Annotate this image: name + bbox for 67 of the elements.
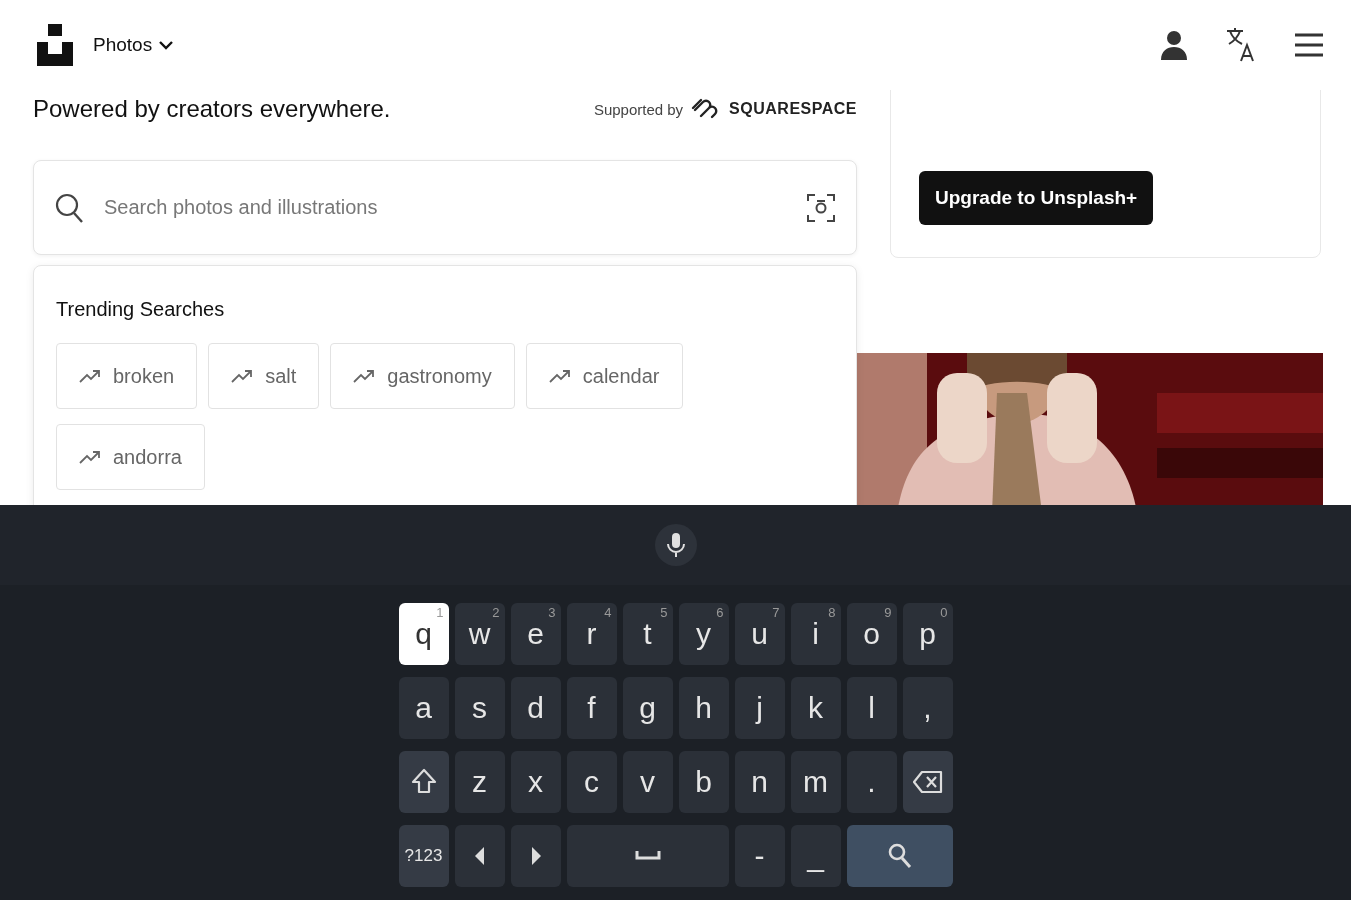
shift-key[interactable] [398, 751, 449, 813]
keyboard-key[interactable]: c [566, 751, 617, 813]
caret-icon [158, 39, 175, 51]
keyboard-key[interactable]: v [622, 751, 673, 813]
keyboard-key[interactable]: a [398, 677, 449, 739]
trend-arrow-icon [353, 369, 376, 383]
keyboard-key[interactable]: l [846, 677, 897, 739]
search-key[interactable] [846, 825, 953, 887]
backspace-icon [912, 770, 943, 794]
keyboard-key[interactable]: w 2 [454, 603, 505, 665]
keyboard-key[interactable]: m [790, 751, 841, 813]
keyboard-key[interactable]: - [734, 825, 785, 887]
trending-chip[interactable]: gastronomy [330, 343, 515, 409]
trending-chip[interactable]: andorra [56, 424, 205, 490]
user-icon[interactable] [1161, 30, 1187, 60]
keyboard-key[interactable]: d [510, 677, 561, 739]
keyboard-key[interactable]: f [566, 677, 617, 739]
trend-arrow-icon [79, 450, 101, 464]
visual-search-icon[interactable] [807, 193, 835, 223]
keyboard-key[interactable]: r 4 [566, 603, 617, 665]
microphone-icon[interactable] [654, 524, 697, 566]
space-bar-icon [634, 851, 661, 861]
menu-icon[interactable] [1295, 33, 1323, 57]
keyboard-key[interactable]: , [902, 677, 953, 739]
shift-icon [410, 768, 437, 796]
supported-by-label: Supported by [593, 100, 684, 118]
keyboard-key[interactable]: o 9 [846, 603, 897, 665]
symbols-key[interactable]: ?123 [398, 825, 449, 887]
keyboard-key[interactable]: g [622, 677, 673, 739]
keyboard-key[interactable]: . [846, 751, 897, 813]
backspace-key[interactable] [902, 751, 953, 813]
keyboard-key[interactable]: b [678, 751, 729, 813]
left-arrow-key[interactable] [454, 825, 505, 887]
trending-chip[interactable]: broken [56, 343, 198, 409]
trending-chip[interactable]: salt [208, 343, 320, 409]
left-arrow-icon [473, 847, 486, 865]
keyboard-key[interactable]: e 3 [510, 603, 561, 665]
keyboard-key[interactable]: j [734, 677, 785, 739]
upgrade-button[interactable]: Upgrade to Unsplash+ [919, 171, 1154, 225]
search-field[interactable]: Search photos and illustrations [33, 160, 857, 255]
keyboard-key[interactable]: u 7 [734, 603, 785, 665]
keyboard-key[interactable]: i 8 [790, 603, 841, 665]
keyboard-key[interactable]: p 0 [902, 603, 953, 665]
keyboard-key[interactable]: z [454, 751, 505, 813]
search-icon [55, 193, 83, 223]
trending-title: Trending Searches [56, 298, 226, 321]
right-arrow-icon [529, 847, 542, 865]
right-arrow-key[interactable] [510, 825, 561, 887]
keyboard-key[interactable]: _ [790, 825, 841, 887]
trend-arrow-icon [548, 369, 571, 383]
keyboard-key[interactable]: h [678, 677, 729, 739]
logo-icon[interactable] [37, 24, 73, 66]
tagline: Powered by creators everywhere. [33, 95, 391, 123]
trend-arrow-icon [231, 369, 254, 383]
translate-icon[interactable] [1225, 27, 1257, 63]
keyboard-key[interactable]: q 1 [398, 603, 449, 665]
keyboard-key[interactable]: n [734, 751, 785, 813]
keyboard-key[interactable]: k [790, 677, 841, 739]
keyboard-key[interactable]: s [454, 677, 505, 739]
keyboard-key[interactable]: x [510, 751, 561, 813]
trending-chip[interactable]: calendar [525, 343, 683, 409]
trend-arrow-icon [79, 369, 101, 383]
keyboard-key[interactable]: y 6 [678, 603, 729, 665]
keyboard-key[interactable]: t 5 [622, 603, 673, 665]
brand-name[interactable]: SQUARESPACE [729, 100, 857, 118]
search-icon [887, 843, 912, 869]
photos-dropdown[interactable]: Photos [93, 34, 175, 56]
